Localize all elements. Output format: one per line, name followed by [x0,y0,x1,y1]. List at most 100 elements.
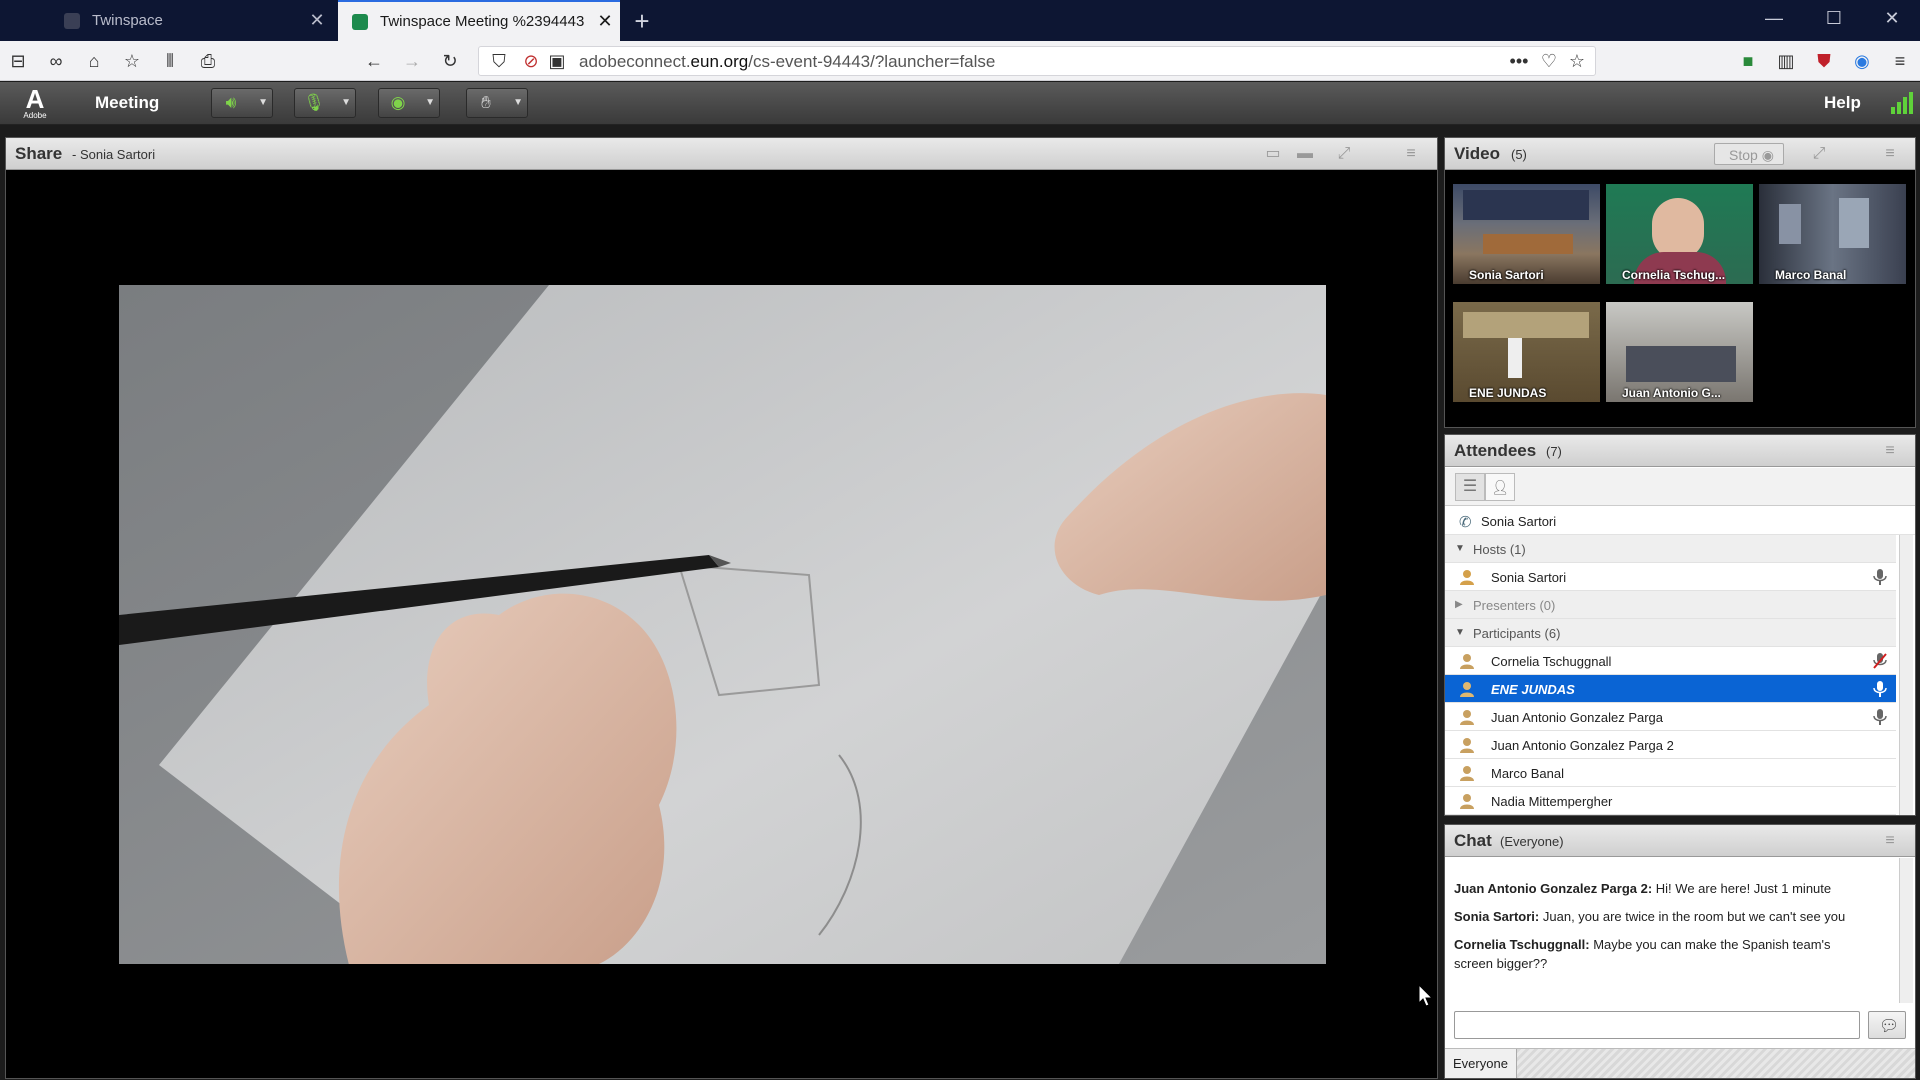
chevron-down-icon[interactable]: ▼ [341,97,351,108]
attendees-title: Attendees [1454,441,1537,460]
hamburger-menu-icon[interactable]: ≡ [1888,49,1912,73]
video-tile[interactable]: ENE JUNDAS [1453,302,1600,402]
bookmark-page-icon[interactable]: ☆ [1565,49,1589,73]
chat-input[interactable] [1454,1011,1860,1039]
hosts-group[interactable]: ▼ Hosts (1) [1445,535,1896,563]
video-pod-header: Video (5) Stop ◉ ⤢ ≡ [1445,138,1915,170]
attendee-name: Juan Antonio Gonzalez Parga [1491,710,1664,725]
attendee-name: Cornelia Tschuggnall [1491,654,1612,669]
connect-toolbar: A Adobe Meeting 🔊︎ ▼ 🎙︎ ▼ ◉ ▼ ✋︎ ▼ Help [0,82,1920,125]
pod-options-icon[interactable]: ≡ [1399,144,1423,164]
browser-tab-bar: Twinspace ✕ Twinspace Meeting %2394443 ✕… [0,0,1920,41]
status-button[interactable]: ✋︎ ▼ [466,88,528,118]
attendee-row[interactable]: Marco Banal [1445,759,1896,787]
video-tile[interactable]: Sonia Sartori [1453,184,1600,284]
video-tile[interactable]: Juan Antonio G... [1606,302,1753,402]
browser-tab-meeting[interactable]: Twinspace Meeting %2394443 ✕ [338,0,620,41]
attendee-row[interactable]: Juan Antonio Gonzalez Parga [1445,703,1896,731]
attendee-row[interactable]: Cornelia Tschuggnall [1445,647,1896,675]
chevron-down-icon[interactable]: ▼ [513,97,523,108]
chat-scrollbar[interactable] [1899,858,1913,1003]
webcam-button[interactable]: ◉ ▼ [378,88,440,118]
reader-view-icon[interactable]: ⊟ [6,49,30,73]
status-view-icon[interactable]: 👤︎ [1485,473,1515,501]
attendee-row[interactable]: ENE JUNDAS [1445,675,1896,703]
chat-pod-header: Chat (Everyone) ≡ [1445,825,1915,857]
fullscreen-icon[interactable]: ⤢ [1807,144,1831,164]
new-tab-icon[interactable]: + [628,6,656,37]
close-icon[interactable]: ✕ [590,11,620,32]
pocket-icon[interactable]: ♡ [1537,49,1561,73]
more-actions-icon[interactable]: ••• [1507,49,1531,73]
chat-tab-everyone[interactable]: Everyone [1445,1049,1517,1078]
extension-icon[interactable]: ■ [1736,49,1760,73]
blocked-media-icon[interactable]: ⊘ [519,49,543,73]
browser-tab-twinspace[interactable]: Twinspace ✕ [50,0,332,41]
adobe-logo: A Adobe [23,84,47,120]
help-menu[interactable]: Help [1824,93,1861,113]
attendee-row[interactable]: Juan Antonio Gonzalez Parga 2 [1445,731,1896,759]
video-title: Video [1454,144,1500,163]
chevron-down-icon[interactable]: ▼ [425,97,435,108]
layout-standard-icon[interactable]: ▭ [1261,144,1285,164]
ublock-icon[interactable]: ⛊ [1812,49,1836,73]
share-pod-header: Share - Sonia Sartori ▭ ▬ ⤢ ≡ [6,138,1437,170]
host-person-icon [1460,570,1474,585]
meeting-favicon-icon [352,13,368,30]
pod-options-icon[interactable]: ≡ [1878,144,1902,164]
presenters-group[interactable]: ▶ Presenters (0) [1445,591,1896,619]
back-arrow-icon[interactable]: ← [362,49,386,73]
attendee-name: Juan Antonio Gonzalez Parga 2 [1491,738,1674,753]
phone-user-row[interactable]: ✆ Sonia Sartori [1445,507,1915,535]
chat-title: Chat [1454,831,1492,850]
attendee-name: Sonia Sartori [1481,514,1557,529]
collapsed-triangle-icon[interactable]: ▶ [1455,599,1463,610]
stop-video-button[interactable]: Stop ◉ [1714,143,1784,165]
person-icon [1460,682,1474,697]
chat-audience: (Everyone) [1500,834,1564,849]
pod-options-icon[interactable]: ≡ [1878,831,1902,851]
attendees-scrollbar[interactable] [1899,535,1913,815]
microphone-icon [1873,681,1887,697]
microphone-muted-icon [1873,653,1887,669]
shield-icon[interactable]: ⛉ [487,49,511,73]
send-message-button[interactable]: 💬︎ [1868,1011,1906,1039]
video-tile-label: Sonia Sartori [1469,268,1544,282]
account-icon[interactable]: ◉ [1850,49,1874,73]
bookmark-star-icon[interactable]: ☆ [120,49,144,73]
address-bar[interactable]: ⛉ ⊘ ▣ adobeconnect.eun.org/cs-event-9444… [478,46,1596,76]
pod-options-icon[interactable]: ≡ [1878,441,1902,461]
window-close-icon[interactable]: ✕ [1862,8,1920,29]
print-icon[interactable]: ⎙ [196,49,220,73]
attendee-name: Nadia Mittempergher [1491,794,1613,809]
attendee-row[interactable]: Nadia Mittempergher [1445,787,1896,815]
speaker-button[interactable]: 🔊︎ ▼ [211,88,273,118]
private-mask-icon[interactable]: ∞ [44,49,68,73]
forward-arrow-icon[interactable]: → [400,49,424,73]
attendees-count: (7) [1546,444,1562,459]
microphone-icon: 🎙︎ [303,93,325,112]
meeting-menu[interactable]: Meeting [95,93,159,113]
video-tile[interactable]: Marco Banal [1759,184,1906,284]
chat-message: Cornelia Tschuggnall: Maybe you can make… [1454,937,1831,971]
expanded-triangle-icon[interactable]: ▼ [1455,627,1465,638]
sidebar-icon[interactable]: ▥ [1774,49,1798,73]
library-icon[interactable]: ⫴ [158,49,182,73]
list-view-icon[interactable]: ☰ [1455,473,1485,501]
expanded-triangle-icon[interactable]: ▼ [1455,543,1465,554]
home-icon[interactable]: ⌂ [82,49,106,73]
tab-title: Twinspace [92,12,163,29]
attendee-row[interactable]: Sonia Sartori [1445,563,1896,591]
close-icon[interactable]: ✕ [302,10,332,31]
video-tile[interactable]: Cornelia Tschug... [1606,184,1753,284]
microphone-button[interactable]: 🎙︎ ▼ [294,88,356,118]
fullscreen-icon[interactable]: ⤢ [1332,144,1356,164]
participants-group[interactable]: ▼ Participants (6) [1445,619,1896,647]
attendee-name: Marco Banal [1491,766,1564,781]
chevron-down-icon[interactable]: ▼ [258,97,268,108]
layout-wide-icon[interactable]: ▬ [1293,144,1317,164]
minimize-icon[interactable]: — [1744,8,1804,29]
reload-icon[interactable]: ↻ [438,49,462,73]
maximize-icon[interactable]: ☐ [1804,8,1864,29]
lock-icon[interactable]: ▣ [545,49,569,73]
